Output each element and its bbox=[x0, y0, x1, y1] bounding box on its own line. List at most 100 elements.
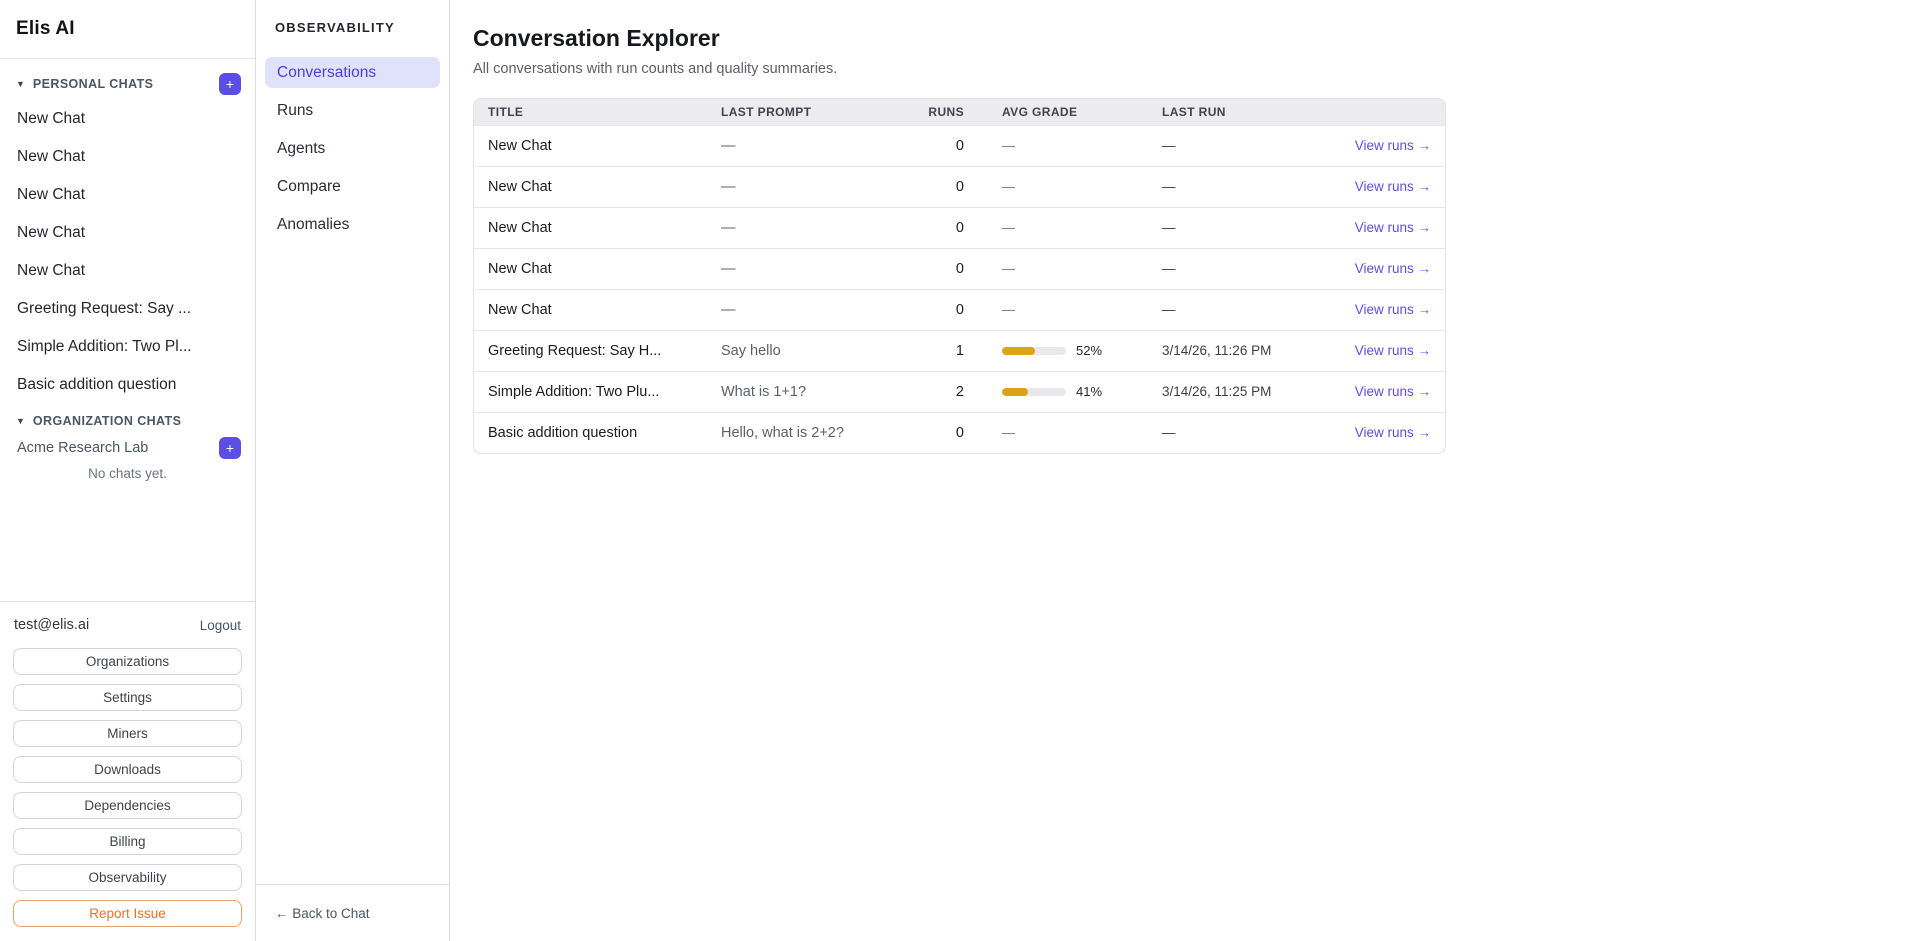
cell-actions: View runs → bbox=[1328, 125, 1446, 166]
view-runs-link[interactable]: View runs → bbox=[1355, 302, 1431, 317]
logout-button[interactable]: Logout bbox=[200, 618, 241, 633]
chat-item[interactable]: New Chat bbox=[0, 100, 255, 138]
view-runs-link[interactable]: View runs → bbox=[1355, 220, 1431, 235]
personal-chats-section-header: ▼ PERSONAL CHATS + bbox=[16, 73, 241, 95]
column-header: RUNS bbox=[893, 99, 988, 125]
view-runs-link[interactable]: View runs → bbox=[1355, 179, 1431, 194]
column-header bbox=[1328, 99, 1446, 125]
view-runs-link[interactable]: View runs → bbox=[1355, 425, 1431, 440]
cell-runs: 0 bbox=[893, 248, 988, 289]
app-brand: Elis AI bbox=[0, 0, 255, 59]
cell-last-run: 3/14/26, 11:25 PM bbox=[1148, 371, 1328, 412]
cell-last-run: — bbox=[1148, 125, 1328, 166]
sidebar-footer-button[interactable]: Observability bbox=[13, 864, 242, 891]
caret-down-icon[interactable]: ▼ bbox=[16, 80, 25, 89]
chat-item[interactable]: Simple Addition: Two Pl... bbox=[0, 328, 255, 366]
view-runs-link[interactable]: View runs → bbox=[1355, 384, 1431, 399]
column-header: TITLE bbox=[474, 99, 707, 125]
observability-title: OBSERVABILITY bbox=[256, 0, 449, 35]
grade-bar-fill bbox=[1002, 388, 1028, 396]
organization-empty-text: No chats yet. bbox=[0, 466, 255, 481]
chat-item[interactable]: New Chat bbox=[0, 214, 255, 252]
table-row: New Chat — 0 — — View runs → bbox=[474, 248, 1446, 289]
cell-runs: 0 bbox=[893, 289, 988, 330]
cell-actions: View runs → bbox=[1328, 412, 1446, 453]
main-content: Conversation Explorer All conversations … bbox=[450, 0, 1920, 941]
chat-item[interactable]: New Chat bbox=[0, 252, 255, 290]
cell-title: New Chat bbox=[474, 125, 707, 166]
cell-last-prompt: — bbox=[707, 248, 893, 289]
caret-down-icon[interactable]: ▼ bbox=[16, 417, 25, 426]
observability-sidebar: OBSERVABILITY Conversations Runs Agents Com… bbox=[256, 0, 450, 941]
sidebar-footer-button[interactable]: Organizations bbox=[13, 648, 242, 675]
chat-item[interactable]: New Chat bbox=[0, 176, 255, 214]
empty-grade-dash: — bbox=[1002, 138, 1015, 153]
chat-item-label: New Chat bbox=[17, 148, 85, 166]
cell-last-prompt: — bbox=[707, 289, 893, 330]
add-personal-chat-button[interactable]: + bbox=[219, 73, 241, 95]
cell-runs: 0 bbox=[893, 207, 988, 248]
observability-nav-item[interactable]: Conversations bbox=[265, 57, 440, 88]
table-row: New Chat — 0 — — View runs → bbox=[474, 166, 1446, 207]
page-subtitle: All conversations with run counts and qu… bbox=[473, 61, 1920, 77]
column-header: LAST RUN bbox=[1148, 99, 1328, 125]
cell-last-run: — bbox=[1148, 412, 1328, 453]
sidebar-footer-button[interactable]: Dependencies bbox=[13, 792, 242, 819]
cell-runs: 1 bbox=[893, 330, 988, 371]
chat-item-label: Simple Addition: Two Pl... bbox=[17, 338, 192, 356]
add-organization-chat-button[interactable]: + bbox=[219, 437, 241, 459]
sidebar-footer: test@elis.ai Logout OrganizationsSetting… bbox=[0, 601, 255, 941]
chat-item[interactable]: Greeting Request: Say ... bbox=[0, 290, 255, 328]
sidebar-footer-button[interactable]: Settings bbox=[13, 684, 242, 711]
cell-last-prompt: Hello, what is 2+2? bbox=[707, 412, 893, 453]
chat-item-label: New Chat bbox=[17, 110, 85, 128]
organization-chats-section-header: ▼ ORGANIZATION CHATS bbox=[16, 410, 241, 432]
cell-actions: View runs → bbox=[1328, 166, 1446, 207]
chat-item-label: Basic addition question bbox=[17, 376, 176, 394]
organization-chats-label: ORGANIZATION CHATS bbox=[33, 414, 181, 428]
empty-grade-dash: — bbox=[1002, 220, 1015, 235]
personal-chats-label: PERSONAL CHATS bbox=[33, 77, 153, 91]
app-sidebar: Elis AI ▼ PERSONAL CHATS + New ChatNew C… bbox=[0, 0, 256, 941]
personal-chat-list: New Chat New Chat New Chat New Chat New Chat… bbox=[0, 100, 255, 404]
chat-item[interactable]: New Chat bbox=[0, 138, 255, 176]
cell-last-prompt: Say hello bbox=[707, 330, 893, 371]
cell-title: New Chat bbox=[474, 207, 707, 248]
empty-grade-dash: — bbox=[1002, 302, 1015, 317]
view-runs-link[interactable]: View runs → bbox=[1355, 261, 1431, 276]
cell-last-prompt: — bbox=[707, 207, 893, 248]
cell-last-run: — bbox=[1148, 289, 1328, 330]
cell-avg-grade: — bbox=[988, 289, 1148, 330]
cell-last-prompt: — bbox=[707, 125, 893, 166]
organization-name: Acme Research Lab bbox=[17, 440, 148, 456]
cell-title: Simple Addition: Two Plu... bbox=[474, 371, 707, 412]
cell-actions: View runs → bbox=[1328, 248, 1446, 289]
observability-nav-item[interactable]: Anomalies bbox=[265, 209, 440, 240]
chat-item-label: Greeting Request: Say ... bbox=[17, 300, 191, 318]
sidebar-footer-button[interactable]: Downloads bbox=[13, 756, 242, 783]
back-to-chat-link[interactable]: ← Back to Chat bbox=[275, 906, 370, 921]
chat-item-label: New Chat bbox=[17, 186, 85, 204]
sidebar-footer-button[interactable]: Billing bbox=[13, 828, 242, 855]
empty-grade-dash: — bbox=[1002, 425, 1015, 440]
view-runs-link[interactable]: View runs → bbox=[1355, 138, 1431, 153]
observability-nav-item[interactable]: Compare bbox=[265, 171, 440, 202]
cell-avg-grade: 52% bbox=[988, 330, 1148, 371]
table-row: Basic addition question Hello, what is 2… bbox=[474, 412, 1446, 453]
cell-last-prompt: What is 1+1? bbox=[707, 371, 893, 412]
cell-last-run: — bbox=[1148, 248, 1328, 289]
cell-title: New Chat bbox=[474, 248, 707, 289]
report-issue-button[interactable]: Report Issue bbox=[13, 900, 242, 927]
cell-title: New Chat bbox=[474, 289, 707, 330]
cell-runs: 0 bbox=[893, 125, 988, 166]
organization-row: Acme Research Lab + bbox=[17, 436, 241, 460]
empty-grade-dash: — bbox=[1002, 179, 1015, 194]
chat-item-label: New Chat bbox=[17, 224, 85, 242]
view-runs-link[interactable]: View runs → bbox=[1355, 343, 1431, 358]
observability-nav-item[interactable]: Runs bbox=[265, 95, 440, 126]
grade-percent-label: 41% bbox=[1076, 384, 1102, 399]
chat-item[interactable]: Basic addition question bbox=[0, 366, 255, 404]
sidebar-footer-button[interactable]: Miners bbox=[13, 720, 242, 747]
observability-nav-item[interactable]: Agents bbox=[265, 133, 440, 164]
column-header: LAST PROMPT bbox=[707, 99, 893, 125]
